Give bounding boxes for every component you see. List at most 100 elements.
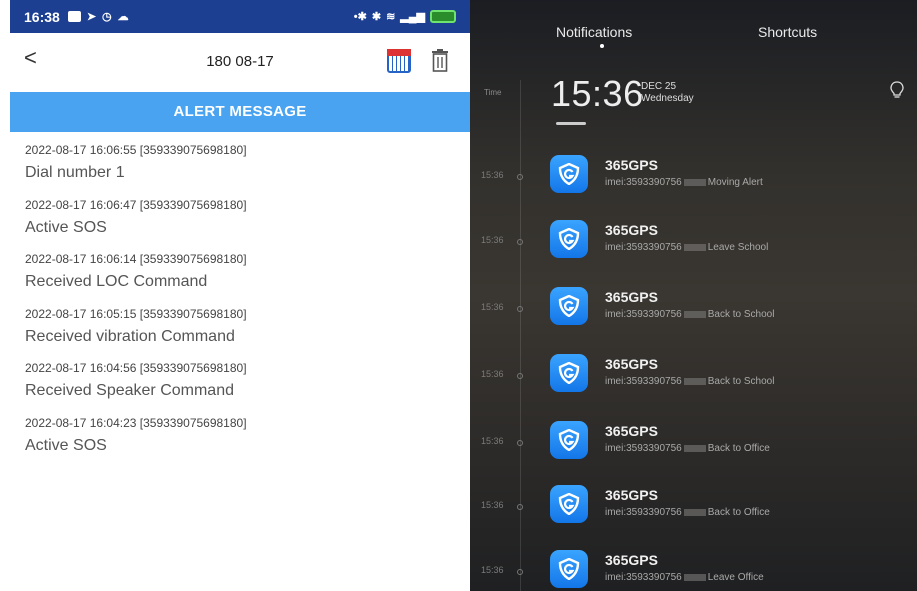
- gps-pin-icon: [558, 362, 580, 384]
- notification-shade: Notifications Shortcuts Time 15:36 DEC 2…: [470, 0, 917, 591]
- list-item[interactable]: 2022-08-17 16:06:14 [359339075698180] Re…: [25, 251, 455, 306]
- redacted-digits: [683, 310, 706, 318]
- redacted-digits: [683, 377, 706, 385]
- notification-item[interactable]: 15:36 365GPS imei:3593390756 Back to Offi…: [470, 480, 917, 540]
- redacted-digits: [683, 444, 706, 452]
- notification-imei: imei:3593390756: [605, 242, 682, 253]
- battery-icon: [430, 10, 456, 23]
- gps-pin-icon: [558, 295, 580, 317]
- date-weekday: Wednesday: [641, 93, 694, 104]
- list-item[interactable]: 2022-08-17 16:06:47 [359339075698180] Ac…: [25, 197, 455, 252]
- alert-meta: 2022-08-17 16:04:23 [359339075698180]: [25, 415, 247, 430]
- notification-app: 365GPS: [605, 222, 658, 238]
- notification-app: 365GPS: [605, 289, 658, 305]
- alert-text: Received LOC Command: [25, 273, 208, 290]
- redacted-digits: [683, 178, 706, 186]
- cloud-icon: ☁: [117, 11, 129, 23]
- notification-time: 15:36: [481, 235, 504, 245]
- list-item[interactable]: 2022-08-17 16:04:23 [359339075698180] Ac…: [25, 415, 455, 470]
- notification-body: imei:3593390756 Back to Office: [605, 443, 770, 454]
- notification-icon: [67, 11, 81, 22]
- notification-item[interactable]: 15:36 365GPS imei:3593390756 Back to Offi…: [470, 416, 917, 476]
- redacted-digits: [683, 573, 706, 581]
- location-icon: ➤: [86, 11, 97, 23]
- alarm-icon: ◷: [102, 11, 112, 23]
- notification-body: imei:3593390756 Leave Office: [605, 572, 764, 583]
- notification-event: Back to School: [707, 376, 775, 387]
- bluetooth-icon: ✱: [371, 11, 382, 23]
- signal-icon: ▂▄▆: [400, 11, 425, 23]
- notification-body: imei:3593390756 Moving Alert: [605, 177, 763, 188]
- status-bar: 16:38 ➤ ◷ ☁ •✱ ✱ ≋ ▂▄▆: [10, 0, 470, 33]
- status-time: 16:38: [24, 8, 60, 25]
- date: DEC 25 Wednesday: [641, 81, 694, 105]
- notification-item[interactable]: 15:36 365GPS imei:3593390756 Back to Scho…: [470, 282, 917, 342]
- notification-time: 15:36: [481, 565, 504, 575]
- lightbulb-icon[interactable]: [890, 81, 904, 99]
- timeline-dot: [517, 306, 523, 312]
- alert-text: Dial number 1: [25, 164, 125, 181]
- notification-event: Back to School: [707, 309, 775, 320]
- notification-app: 365GPS: [605, 552, 658, 568]
- notification-imei: imei:3593390756: [605, 309, 682, 320]
- wifi-icon: ≋: [386, 11, 396, 23]
- notification-imei: imei:3593390756: [605, 443, 682, 454]
- app-icon: [550, 485, 588, 523]
- gps-pin-icon: [558, 558, 580, 580]
- app-icon: [550, 421, 588, 459]
- trash-icon[interactable]: [430, 49, 450, 73]
- calendar-icon[interactable]: [387, 49, 411, 73]
- timeline-dot: [517, 174, 523, 180]
- notification-event: Moving Alert: [707, 177, 763, 188]
- notification-time: 15:36: [481, 436, 504, 446]
- redacted-digits: [683, 508, 706, 516]
- date-month-day: DEC 25: [641, 81, 677, 92]
- notification-app: 365GPS: [605, 487, 658, 503]
- notification-imei: imei:3593390756: [605, 572, 682, 583]
- notification-imei: imei:3593390756: [605, 507, 682, 518]
- timeline-dot: [517, 239, 523, 245]
- gps-pin-icon: [558, 228, 580, 250]
- app-icon: [550, 287, 588, 325]
- notification-item[interactable]: 15:36 365GPS imei:3593390756 Moving Alert: [470, 150, 917, 210]
- list-item[interactable]: 2022-08-17 16:06:55 [359339075698180] Di…: [25, 142, 455, 197]
- notification-body: imei:3593390756 Back to Office: [605, 507, 770, 518]
- gps-pin-icon: [558, 429, 580, 451]
- notification-body: imei:3593390756 Leave School: [605, 242, 768, 253]
- notification-item[interactable]: 15:36 365GPS imei:3593390756 Leave School: [470, 215, 917, 275]
- notification-body: imei:3593390756 Back to School: [605, 309, 774, 320]
- tab-shortcuts[interactable]: Shortcuts: [758, 24, 817, 40]
- timeline-dot: [517, 373, 523, 379]
- notification-event: Back to Office: [707, 443, 770, 454]
- notification-item[interactable]: 15:36 365GPS imei:3593390756 Back to Scho…: [470, 349, 917, 409]
- timeline-dot: [517, 569, 523, 575]
- top-nav: < 180 08-17: [10, 33, 470, 88]
- notification-imei: imei:3593390756: [605, 177, 682, 188]
- active-tab-indicator: [600, 44, 604, 48]
- notification-time: 15:36: [481, 500, 504, 510]
- redacted-digits: [683, 243, 706, 251]
- alert-list: 2022-08-17 16:06:55 [359339075698180] Di…: [25, 142, 455, 469]
- list-item[interactable]: 2022-08-17 16:05:15 [359339075698180] Re…: [25, 306, 455, 361]
- alert-meta: 2022-08-17 16:06:47 [359339075698180]: [25, 197, 247, 212]
- notification-item[interactable]: 15:36 365GPS imei:3593390756 Leave Office: [470, 545, 917, 591]
- notification-body: imei:3593390756 Back to School: [605, 376, 774, 387]
- gps-pin-icon: [558, 493, 580, 515]
- gps-pin-icon: [558, 163, 580, 185]
- time-tag: Time: [484, 88, 502, 97]
- status-icons: •✱ ✱ ≋ ▂▄▆: [354, 10, 456, 23]
- shade-tabs: Notifications Shortcuts: [470, 0, 917, 55]
- app-icon: [550, 354, 588, 392]
- timeline-dot: [517, 504, 523, 510]
- tab-notifications[interactable]: Notifications: [556, 24, 632, 40]
- alert-message-header: ALERT MESSAGE: [10, 92, 470, 132]
- notification-event: Leave Office: [707, 572, 764, 583]
- list-item[interactable]: 2022-08-17 16:04:56 [359339075698180] Re…: [25, 360, 455, 415]
- notification-app: 365GPS: [605, 356, 658, 372]
- app-icon: [550, 550, 588, 588]
- clock-underline: [556, 122, 586, 125]
- timeline-dot: [517, 440, 523, 446]
- notification-app: 365GPS: [605, 423, 658, 439]
- alert-meta: 2022-08-17 16:04:56 [359339075698180]: [25, 361, 247, 375]
- app-icon: [550, 155, 588, 193]
